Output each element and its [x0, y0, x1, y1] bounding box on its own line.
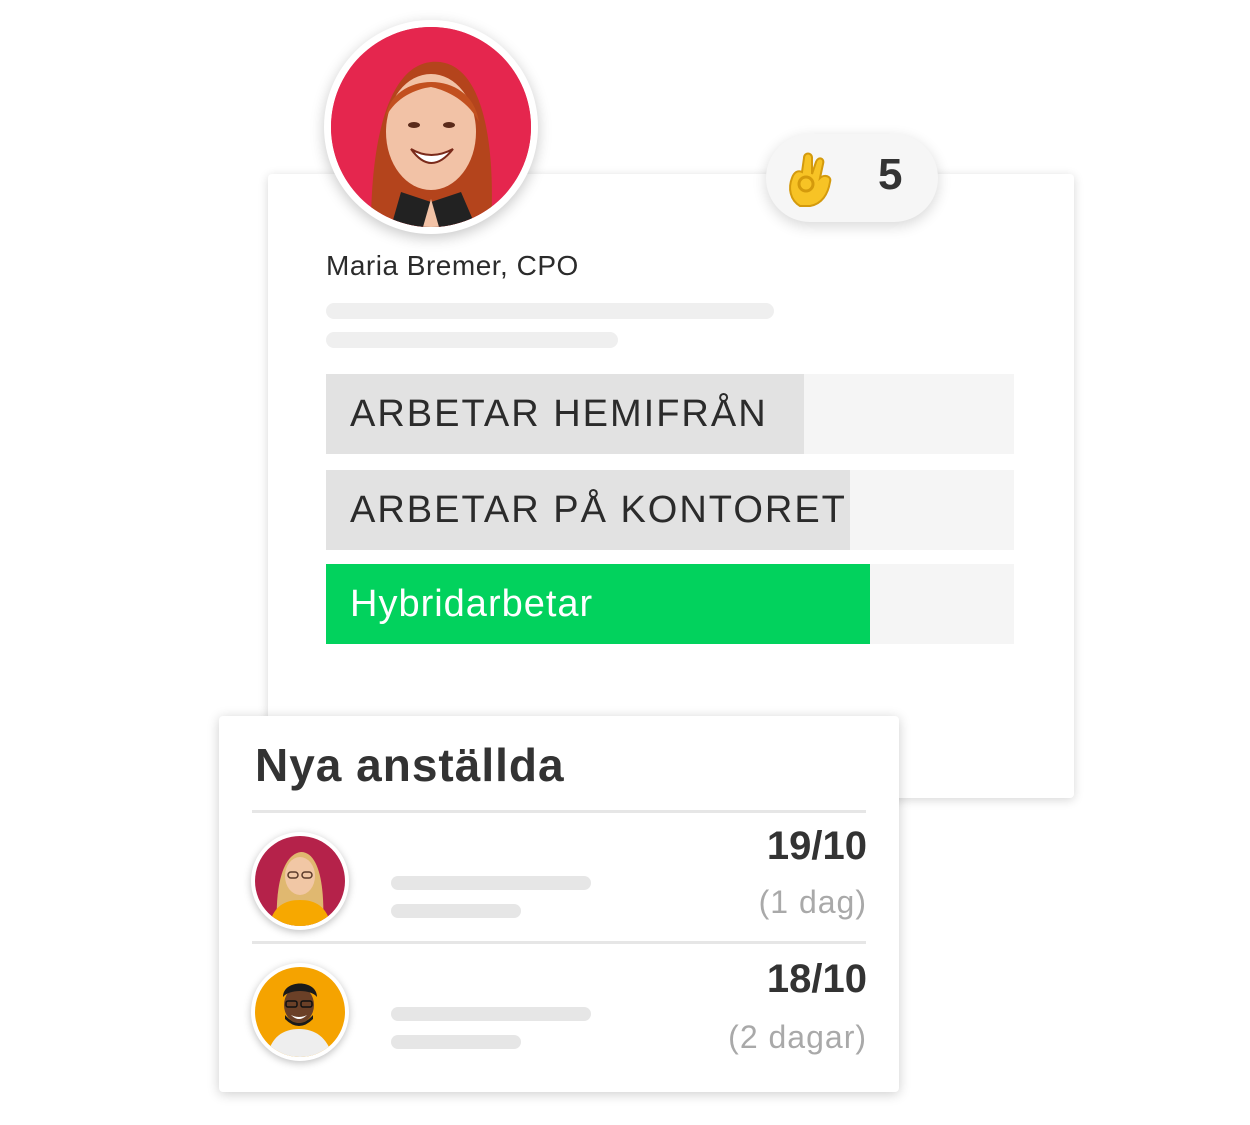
text-placeholder-line: [326, 303, 774, 319]
text-placeholder-line: [391, 876, 591, 890]
divider: [252, 941, 866, 944]
poll-option-label: Hybridarbetar: [350, 582, 594, 625]
poll-option-work-at-office[interactable]: ARBETAR PÅ KONTORET: [326, 470, 1014, 550]
author-name: Maria Bremer, CPO: [326, 250, 579, 281]
hire-relative-date: (1 dag): [758, 884, 867, 920]
reaction-button[interactable]: 5: [766, 134, 938, 222]
new-hire-row[interactable]: 19/10 (1 dag): [219, 824, 899, 964]
ok-hand-icon: [786, 148, 838, 213]
poll-option-hybrid[interactable]: Hybridarbetar: [326, 564, 1014, 644]
woman-smiling-avatar-icon: [331, 27, 531, 227]
reaction-count: 5: [878, 150, 903, 199]
poll-option-label: ARBETAR PÅ KONTORET: [350, 488, 847, 531]
new-hire-avatar: [251, 832, 349, 930]
stage: Maria Bremer, CPO 5 ARBETAR HEMIFRÅN ARB…: [0, 0, 1250, 1125]
hire-date: 19/10: [766, 824, 867, 868]
hire-date: 18/10: [766, 957, 867, 1001]
poll-option-work-from-home[interactable]: ARBETAR HEMIFRÅN: [326, 374, 1014, 454]
new-hire-avatar: [251, 963, 349, 1061]
text-placeholder-line: [326, 332, 618, 348]
poll-option-label: ARBETAR HEMIFRÅN: [350, 392, 768, 435]
woman-avatar-icon: [255, 836, 345, 926]
hire-relative-date: (2 dagar): [728, 1019, 867, 1055]
text-placeholder-line: [391, 1007, 591, 1021]
new-hire-row[interactable]: 18/10 (2 dagar): [219, 957, 899, 1095]
new-hires-title: Nya anställda: [255, 739, 565, 791]
divider: [252, 810, 866, 813]
text-placeholder-line: [391, 904, 521, 918]
text-placeholder-line: [391, 1035, 521, 1049]
man-avatar-icon: [255, 967, 345, 1057]
new-hires-card: Nya anställda 19/10 (1 dag) 18/10 (2 dag…: [219, 716, 899, 1092]
author-avatar[interactable]: [324, 20, 538, 234]
